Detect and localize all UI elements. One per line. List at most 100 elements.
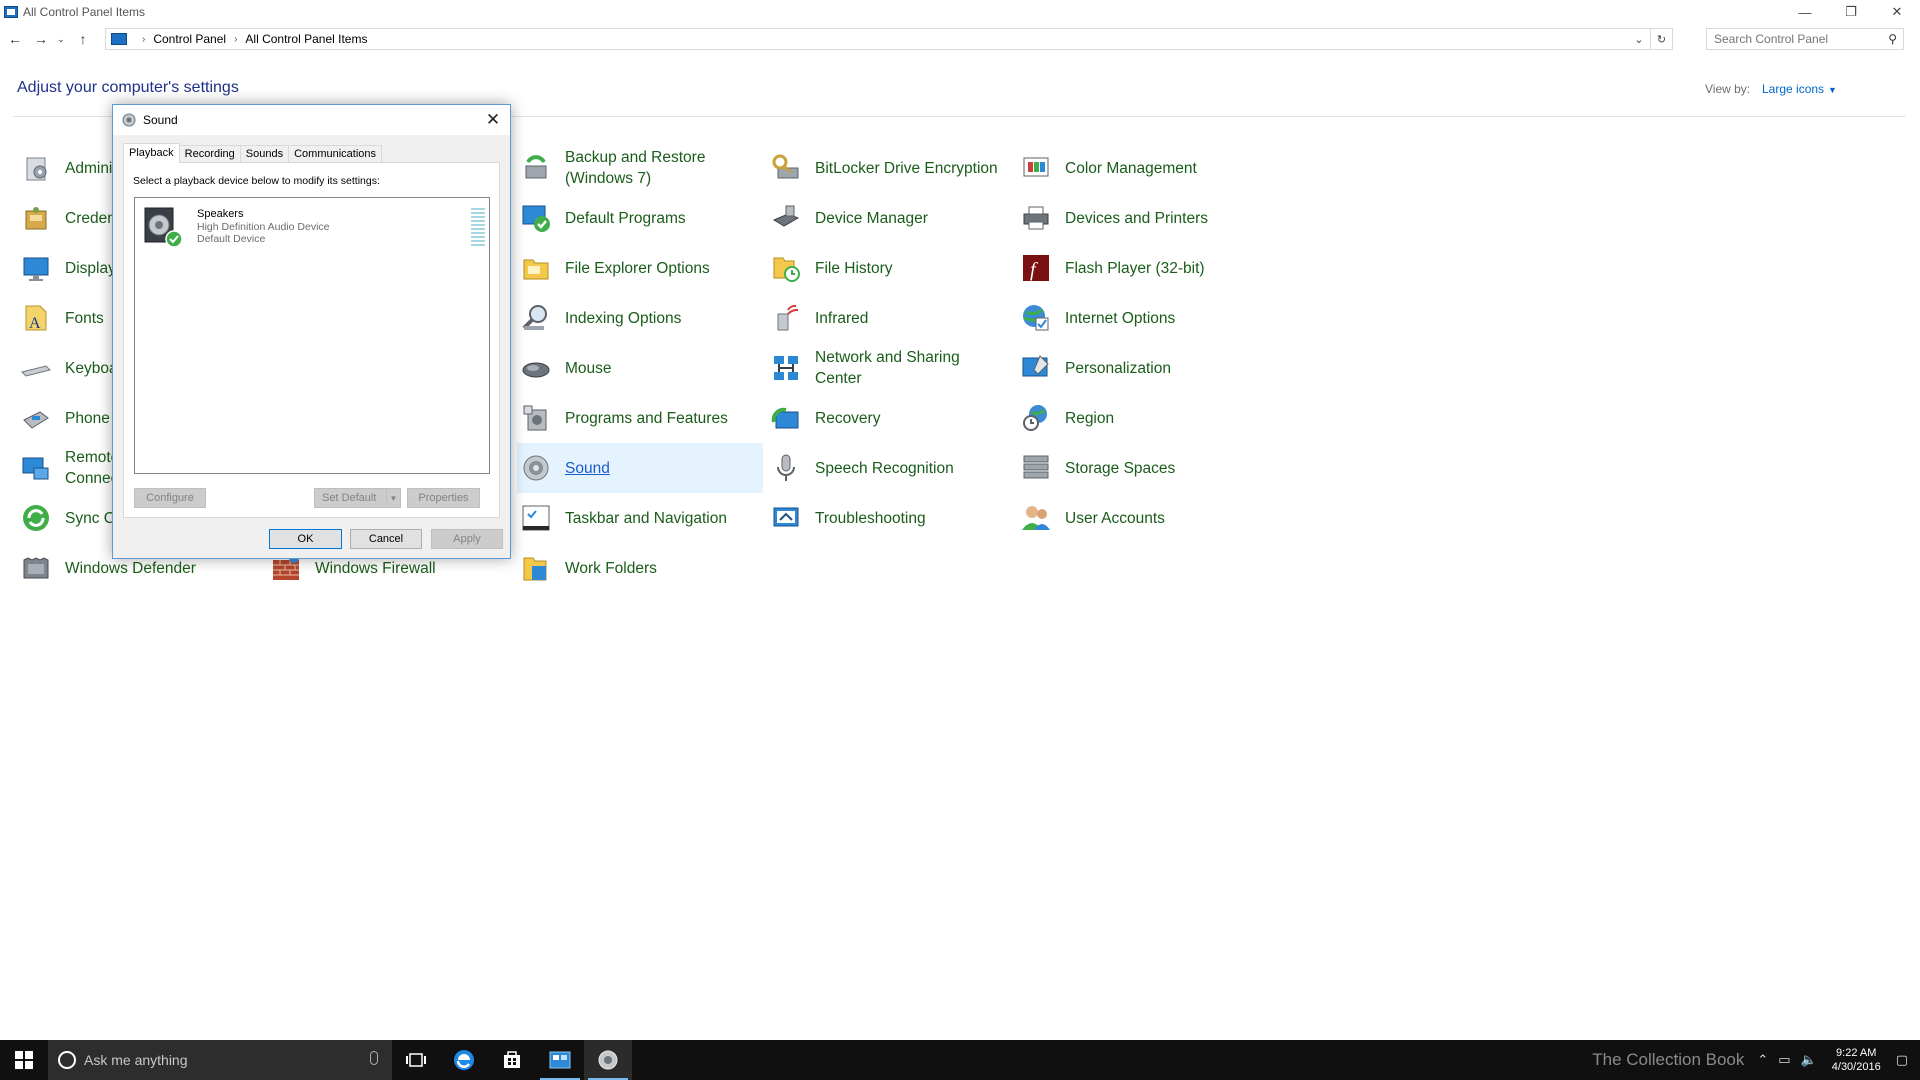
- cortana-search-box[interactable]: Ask me anything: [48, 1040, 392, 1080]
- cp-item-network-sharing[interactable]: Network and Sharing Center: [767, 343, 1013, 393]
- default-programs-icon: [520, 202, 552, 234]
- fonts-icon: A: [20, 302, 52, 334]
- breadcrumb-separator-icon[interactable]: ›: [234, 34, 237, 45]
- search-input[interactable]: [1714, 30, 1884, 48]
- close-button[interactable]: ✕: [1874, 0, 1920, 24]
- backup-restore-icon: [520, 152, 552, 184]
- network-icon[interactable]: ▭: [1778, 1052, 1790, 1068]
- programs-features-icon: [520, 402, 552, 434]
- taskbar: Ask me anything The Collection Book ⌃ ▭ …: [0, 1040, 1920, 1080]
- breadcrumb-all-items[interactable]: All Control Panel Items: [245, 32, 367, 46]
- refresh-icon[interactable]: ↻: [1650, 29, 1672, 49]
- cortana-icon: [58, 1051, 76, 1069]
- sync-center-icon: [20, 502, 52, 534]
- cp-item-recovery[interactable]: Recovery: [767, 393, 1013, 443]
- svg-text:A: A: [29, 315, 41, 332]
- cp-item-file-explorer-options[interactable]: File Explorer Options: [517, 243, 763, 293]
- windows-logo-icon: [15, 1051, 33, 1069]
- playback-instruction: Select a playback device below to modify…: [133, 175, 380, 187]
- tab-recording[interactable]: Recording: [178, 145, 241, 163]
- cp-item-label: Mouse: [565, 359, 612, 377]
- cp-item-bitlocker[interactable]: BitLocker Drive Encryption: [767, 143, 1013, 193]
- cancel-button[interactable]: Cancel: [350, 529, 422, 549]
- flash-player-icon: f: [1020, 252, 1052, 284]
- cp-item-label: Windows Firewall: [315, 559, 436, 577]
- cp-item-work-folders[interactable]: Work Folders: [517, 543, 763, 593]
- recent-locations-chevron-icon[interactable]: ⌄: [54, 28, 68, 50]
- cp-item-label: Internet Options: [1065, 309, 1176, 327]
- cp-item-personalization[interactable]: Personalization: [1017, 343, 1263, 393]
- taskbar-sound[interactable]: [584, 1040, 632, 1080]
- configure-button[interactable]: Configure: [134, 488, 206, 508]
- address-bar[interactable]: › Control Panel › All Control Panel Item…: [105, 28, 1673, 50]
- cp-item-programs-features[interactable]: Programs and Features: [517, 393, 763, 443]
- task-view-button[interactable]: [392, 1040, 440, 1080]
- apply-button[interactable]: Apply: [431, 529, 503, 549]
- tab-sounds[interactable]: Sounds: [239, 145, 290, 163]
- volume-level-meter: [471, 208, 485, 248]
- restore-button[interactable]: ❐: [1828, 0, 1874, 24]
- cp-item-label: File Explorer Options: [565, 259, 710, 277]
- cp-item-speech-recognition[interactable]: Speech Recognition: [767, 443, 1013, 493]
- back-arrow-icon[interactable]: ←: [4, 28, 26, 50]
- cp-item-indexing-options[interactable]: Indexing Options: [517, 293, 763, 343]
- clock[interactable]: 9:22 AM 4/30/2016: [1832, 1046, 1881, 1074]
- view-by-dropdown[interactable]: Large icons ▼: [1762, 82, 1837, 96]
- breadcrumb-separator-icon[interactable]: ›: [142, 34, 145, 45]
- microphone-icon[interactable]: [370, 1051, 378, 1065]
- cp-item-internet-options[interactable]: Internet Options: [1017, 293, 1263, 343]
- cp-item-devices-printers[interactable]: Devices and Printers: [1017, 193, 1263, 243]
- cp-item-file-history[interactable]: File History: [767, 243, 1013, 293]
- cp-item-taskbar-navigation[interactable]: Taskbar and Navigation: [517, 493, 763, 543]
- keyboard-icon: [20, 352, 52, 384]
- phone-icon: [20, 402, 52, 434]
- search-box[interactable]: ⚲: [1706, 28, 1904, 50]
- breadcrumb-control-panel[interactable]: Control Panel: [153, 32, 226, 46]
- cp-item-sound[interactable]: Sound: [517, 443, 763, 493]
- dialog-close-button[interactable]: ✕: [480, 107, 506, 133]
- printer-icon: [1020, 202, 1052, 234]
- cp-item-flash-player[interactable]: f Flash Player (32-bit): [1017, 243, 1263, 293]
- cp-item-default-programs[interactable]: Default Programs: [517, 193, 763, 243]
- edge-browser-icon: [454, 1050, 474, 1070]
- credential-manager-icon: [20, 202, 52, 234]
- file-explorer-options-icon: [520, 252, 552, 284]
- taskbar-control-panel[interactable]: [536, 1040, 584, 1080]
- tab-communications[interactable]: Communications: [288, 145, 383, 163]
- minimize-button[interactable]: —: [1782, 0, 1828, 24]
- properties-button[interactable]: Properties: [407, 488, 480, 508]
- set-default-dropdown-icon[interactable]: ▼: [386, 489, 400, 507]
- cp-item-user-accounts[interactable]: User Accounts: [1017, 493, 1263, 543]
- start-button[interactable]: [0, 1040, 48, 1080]
- cp-item-color-management[interactable]: Color Management: [1017, 143, 1263, 193]
- search-icon[interactable]: ⚲: [1888, 32, 1897, 46]
- taskbar-edge[interactable]: [440, 1040, 488, 1080]
- cp-item-storage-spaces[interactable]: Storage Spaces: [1017, 443, 1263, 493]
- address-dropdown-icon[interactable]: ⌄: [1628, 29, 1650, 49]
- show-hidden-icons-icon[interactable]: ⌃: [1757, 1052, 1768, 1068]
- taskbar-store[interactable]: [488, 1040, 536, 1080]
- cp-item-label: Sync C: [65, 509, 115, 527]
- cp-item-device-manager[interactable]: Device Manager: [767, 193, 1013, 243]
- device-list-item[interactable]: Speakers High Definition Audio Device De…: [141, 204, 485, 250]
- display-icon: [20, 252, 52, 284]
- ok-button[interactable]: OK: [269, 529, 342, 549]
- dialog-titlebar[interactable]: Sound ✕: [113, 105, 510, 135]
- cp-item-infrared[interactable]: Infrared: [767, 293, 1013, 343]
- cp-item-label: Troubleshooting: [815, 509, 926, 527]
- tab-playback[interactable]: Playback: [123, 143, 180, 163]
- cp-item-troubleshooting[interactable]: Troubleshooting: [767, 493, 1013, 543]
- playback-device-list[interactable]: Speakers High Definition Audio Device De…: [134, 197, 490, 474]
- forward-arrow-icon[interactable]: →: [30, 28, 52, 50]
- volume-icon[interactable]: 🔈: [1801, 1052, 1817, 1068]
- region-icon: [1020, 402, 1052, 434]
- speaker-icon: [122, 113, 136, 127]
- cp-item-mouse[interactable]: Mouse: [517, 343, 763, 393]
- cp-item-label: Fonts: [65, 309, 104, 327]
- cp-item-label: Region: [1065, 409, 1115, 427]
- up-arrow-icon[interactable]: ↑: [72, 28, 94, 50]
- cp-item-region[interactable]: Region: [1017, 393, 1263, 443]
- cp-item-backup-restore[interactable]: Backup and Restore (Windows 7): [517, 143, 763, 193]
- action-center-icon[interactable]: ▢: [1896, 1052, 1908, 1068]
- set-default-button[interactable]: Set Default ▼: [314, 488, 401, 508]
